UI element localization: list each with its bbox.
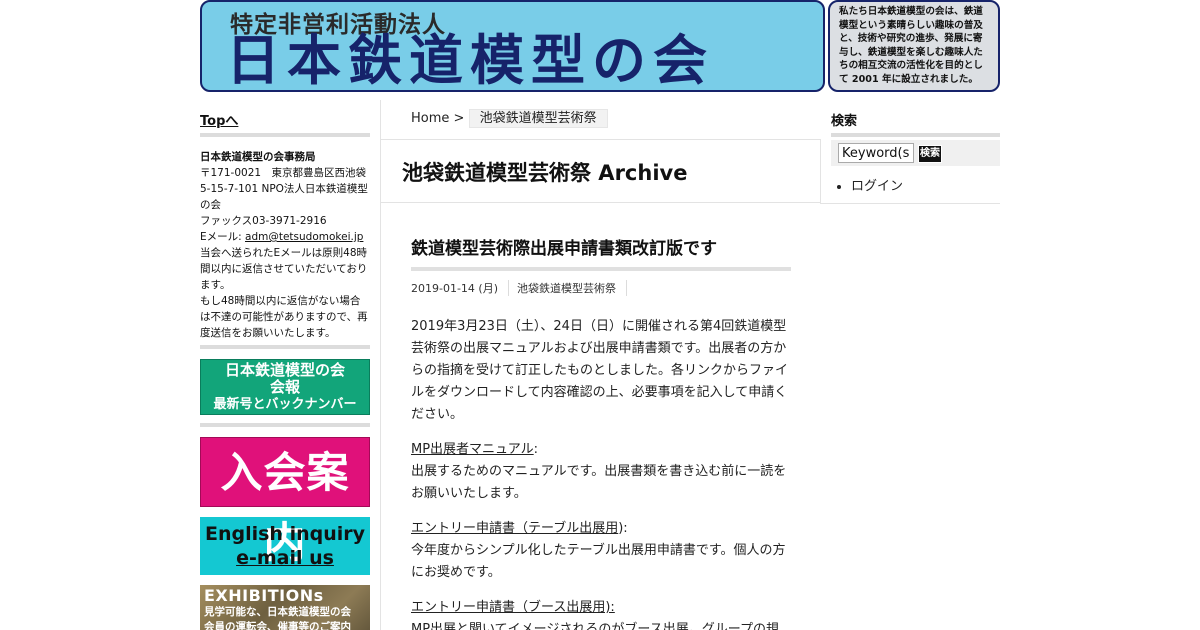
main-content: Home > 池袋鉄道模型芸術祭 池袋鉄道模型芸術祭 Archive 鉄道模型芸… xyxy=(380,100,821,630)
office-email-row: Eメール: adm@tetsudomokei.jp xyxy=(200,229,370,245)
page: 特定非営利活動法人 日本鉄道模型の会 私たち日本鉄道模型の会は、鉄道模型という素… xyxy=(0,0,1200,630)
post-body: 2019年3月23日（土）、24日（日）に開催される第4回鉄道模型芸術祭の出展マ… xyxy=(411,316,791,630)
office-note-2: もし48時間以内に返信がない場合は不達の可能性がありますので、再度送信をお願いい… xyxy=(200,295,368,339)
intro-box: 私たち日本鉄道模型の会は、鉄道模型という素晴らしい趣味の普及と、技術や研究の進歩… xyxy=(828,0,1000,92)
table-entry-link[interactable]: エントリー申請書（テーブル出展用 xyxy=(411,521,618,536)
breadcrumb-current: 池袋鉄道模型芸術祭 xyxy=(468,109,608,128)
item-desc: 出展するためのマニュアルです。出展書類を書き込む前に一読をお願いいたします。 xyxy=(411,464,787,501)
item-suffix: : xyxy=(533,442,539,457)
newsletter-banner[interactable]: 日本鉄道模型の会 会報 最新号とバックナンバー xyxy=(200,359,370,415)
exhibitions-banner-line2: 見学可能な、日本鉄道模型の会 xyxy=(204,606,351,618)
exhibitions-banner-line3: 会員の運転会、催事等のご案内 xyxy=(204,621,351,630)
breadcrumb-home[interactable]: Home xyxy=(411,111,449,126)
item-suffix: ): xyxy=(618,521,628,536)
right-sidebar: 検索 検索 ログイン xyxy=(820,100,1000,204)
office-title: 日本鉄道模型の会事務局 xyxy=(200,151,316,163)
item-desc: MP出展と聞いてイメージされるのがブース出展。グループの規 xyxy=(411,622,779,630)
post-category[interactable]: 池袋鉄道模型芸術祭 xyxy=(517,280,628,296)
meta-list: ログイン xyxy=(831,175,903,194)
english-banner-line2: e-mail us xyxy=(236,547,334,569)
post-item: エントリー申請書（ブース出展用): MP出展と聞いてイメージされるのがブース出展。… xyxy=(411,597,791,630)
exhibitions-banner[interactable]: EXHIBITIONs 見学可能な、日本鉄道模型の会 会員の運転会、催事等のご案… xyxy=(200,585,370,630)
login-link[interactable]: ログイン xyxy=(851,179,903,194)
archive-header: 池袋鉄道模型芸術祭 Archive xyxy=(381,140,821,203)
office-fax: ファックス03-3971-2916 xyxy=(200,215,327,227)
archive-title: 池袋鉄道模型芸術祭 Archive xyxy=(402,161,688,185)
office-address: 〒171-0021 東京都豊島区西池袋5-15-7-101 NPO法人日本鉄道模… xyxy=(200,167,368,211)
site-logo[interactable]: 特定非営利活動法人 日本鉄道模型の会 xyxy=(200,0,825,92)
search-form: 検索 xyxy=(831,140,1000,166)
left-sidebar: Topへ 日本鉄道模型の会事務局 〒171-0021 東京都豊島区西池袋5-15… xyxy=(200,100,370,630)
join-banner[interactable]: 入会案内 xyxy=(200,437,370,567)
top-link[interactable]: Topへ xyxy=(200,100,370,137)
manual-link[interactable]: MP出展者マニュアル xyxy=(411,442,534,457)
search-button[interactable]: 検索 xyxy=(918,145,942,163)
newsletter-banner-line1: 日本鉄道模型の会 xyxy=(224,361,345,379)
search-input[interactable] xyxy=(838,143,914,163)
list-item: ログイン xyxy=(851,175,903,194)
post-item: MP出展者マニュアル: 出展するためのマニュアルです。出展書類を書き込む前に一読を… xyxy=(411,439,791,505)
post-intro: 2019年3月23日（土）、24日（日）に開催される第4回鉄道模型芸術祭の出展マ… xyxy=(411,319,789,422)
newsletter-banner-line2: 会報 xyxy=(269,378,300,396)
office-info: 日本鉄道模型の会事務局 〒171-0021 東京都豊島区西池袋5-15-7-10… xyxy=(200,137,370,349)
english-banner-line1: English inquiry xyxy=(204,523,365,545)
post-item: エントリー申請書（テーブル出展用): 今年度からシンプル化したテーブル出展用申請書… xyxy=(411,518,791,584)
search-title: 検索 xyxy=(831,110,1000,137)
breadcrumb-separator: > xyxy=(453,111,465,126)
logo-title: 日本鉄道模型の会 xyxy=(226,29,714,92)
post-date: 2019-01-14 (月) xyxy=(411,280,510,296)
post-title[interactable]: 鉄道模型芸術際出展申請書類改訂版です xyxy=(411,234,791,271)
breadcrumb: Home > 池袋鉄道模型芸術祭 xyxy=(381,100,821,140)
booth-entry-link[interactable]: エントリー申請書（ブース出展用): xyxy=(411,600,615,615)
post-meta: 2019-01-14 (月) 池袋鉄道模型芸術祭 xyxy=(411,280,791,296)
email-link[interactable]: adm@tetsudomokei.jp xyxy=(245,231,363,243)
office-note-1: 当会へ送られたEメールは原則48時間以内に返信させていただいております。 xyxy=(200,247,368,291)
divider xyxy=(200,423,370,427)
newsletter-banner-line3: 最新号とバックナンバー xyxy=(213,397,357,412)
post: 鉄道模型芸術際出展申請書類改訂版です 2019-01-14 (月) 池袋鉄道模型芸… xyxy=(411,234,791,630)
english-inquiry-banner[interactable]: English inquiry e-mail us xyxy=(200,517,370,575)
exhibitions-banner-line1: EXHIBITIONs xyxy=(204,586,324,605)
item-desc: 今年度からシンプル化したテーブル出展用申請書です。個人の方にお奨めです。 xyxy=(411,543,786,580)
email-label: Eメール: xyxy=(200,231,246,243)
